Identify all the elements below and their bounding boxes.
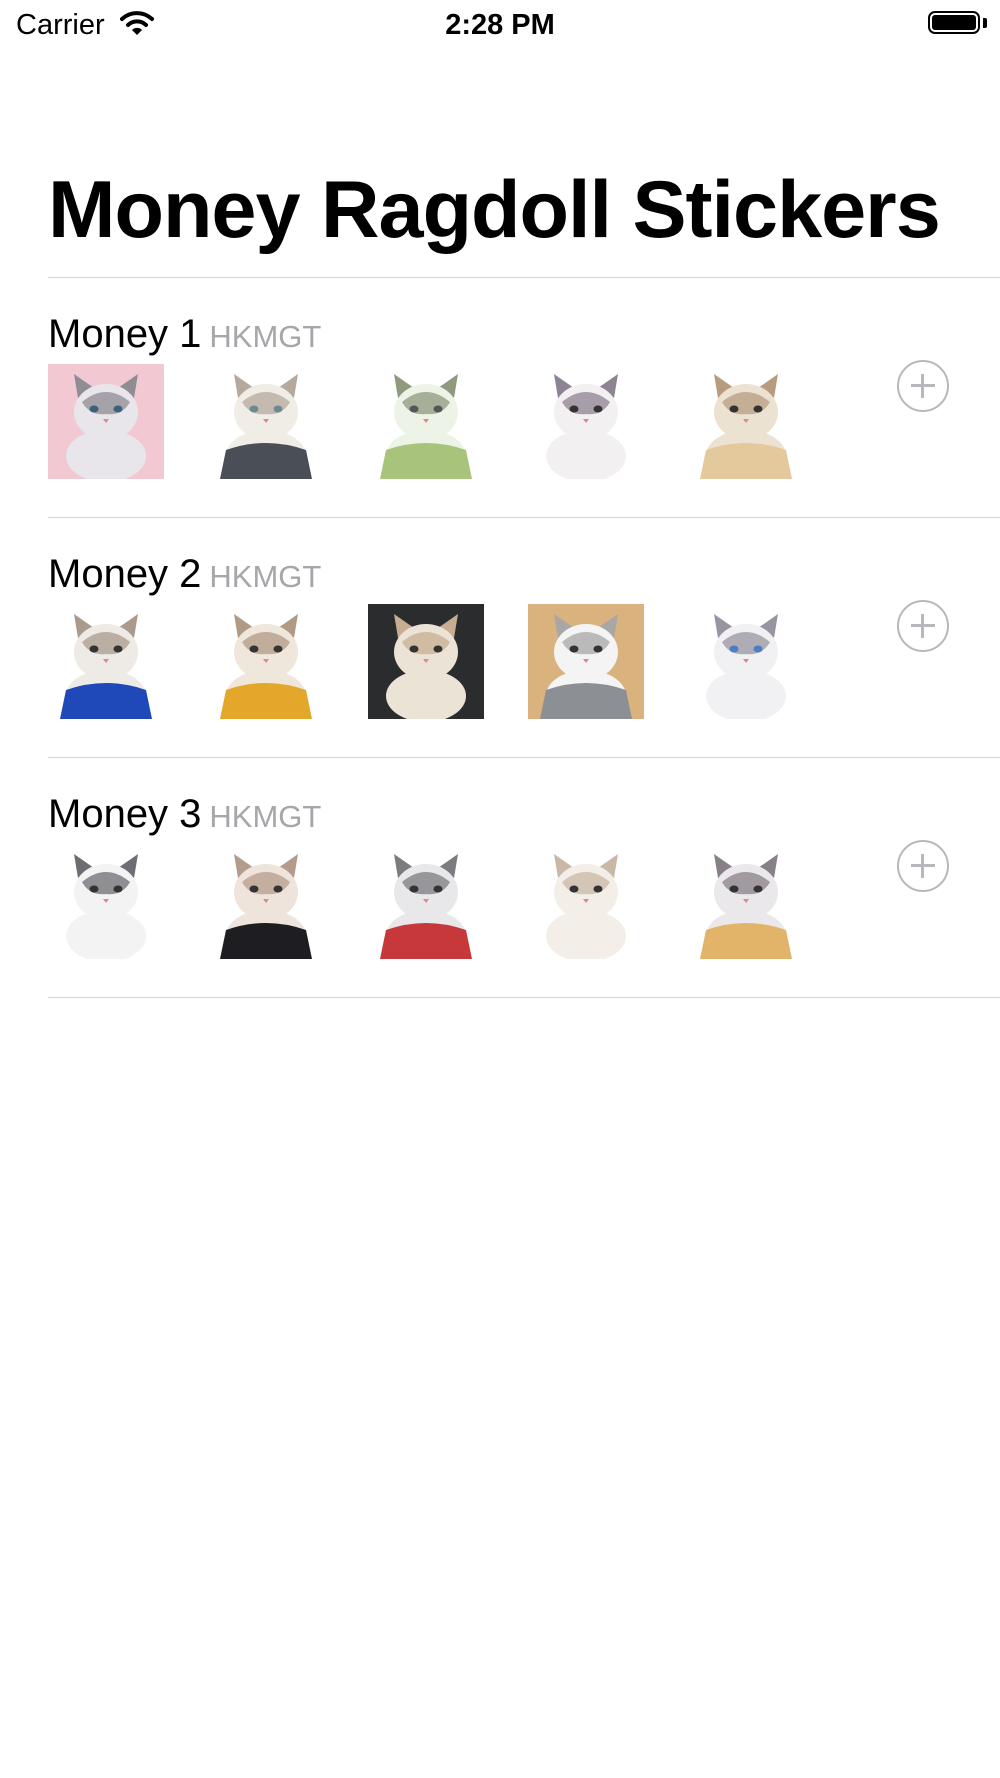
page-title: Money Ragdoll Stickers	[48, 165, 941, 255]
battery-nub	[983, 18, 987, 28]
pack-author: HKMGT	[209, 799, 322, 834]
pack-author: HKMGT	[209, 559, 322, 594]
add-pack-button[interactable]	[897, 840, 949, 892]
pack-name: Money 3	[48, 792, 202, 836]
sticker-pack-row[interactable]: Money 3 HKMGT	[0, 758, 1000, 998]
sticker-thumbnail[interactable]	[48, 844, 164, 959]
sticker-thumbnail[interactable]	[528, 604, 644, 719]
sticker-thumbnail[interactable]	[208, 604, 324, 719]
sticker-thumbnail[interactable]	[688, 604, 804, 719]
sticker-thumbnail[interactable]	[48, 604, 164, 719]
add-pack-button[interactable]	[897, 360, 949, 412]
sticker-thumbnail[interactable]	[368, 364, 484, 479]
pack-divider	[48, 997, 1000, 998]
pack-name: Money 2	[48, 552, 202, 596]
sticker-thumbnail[interactable]	[48, 364, 164, 479]
sticker-thumbnail[interactable]	[208, 364, 324, 479]
sticker-pack-row[interactable]: Money 2 HKMGT	[0, 518, 1000, 758]
pack-author: HKMGT	[209, 319, 322, 354]
sticker-thumbnail[interactable]	[528, 364, 644, 479]
sticker-pack-row[interactable]: Money 1 HKMGT	[0, 278, 1000, 518]
sticker-thumbnail[interactable]	[528, 844, 644, 959]
pack-name: Money 1	[48, 312, 202, 356]
sticker-thumbnail[interactable]	[368, 844, 484, 959]
clock: 2:28 PM	[445, 9, 555, 41]
add-pack-button[interactable]	[897, 600, 949, 652]
status-bar: Carrier 2:28 PM	[0, 0, 1000, 52]
sticker-thumbnail[interactable]	[688, 364, 804, 479]
battery-icon	[928, 11, 980, 34]
sticker-thumbnail[interactable]	[208, 844, 324, 959]
sticker-thumbnail[interactable]	[368, 604, 484, 719]
sticker-thumbnail[interactable]	[688, 844, 804, 959]
